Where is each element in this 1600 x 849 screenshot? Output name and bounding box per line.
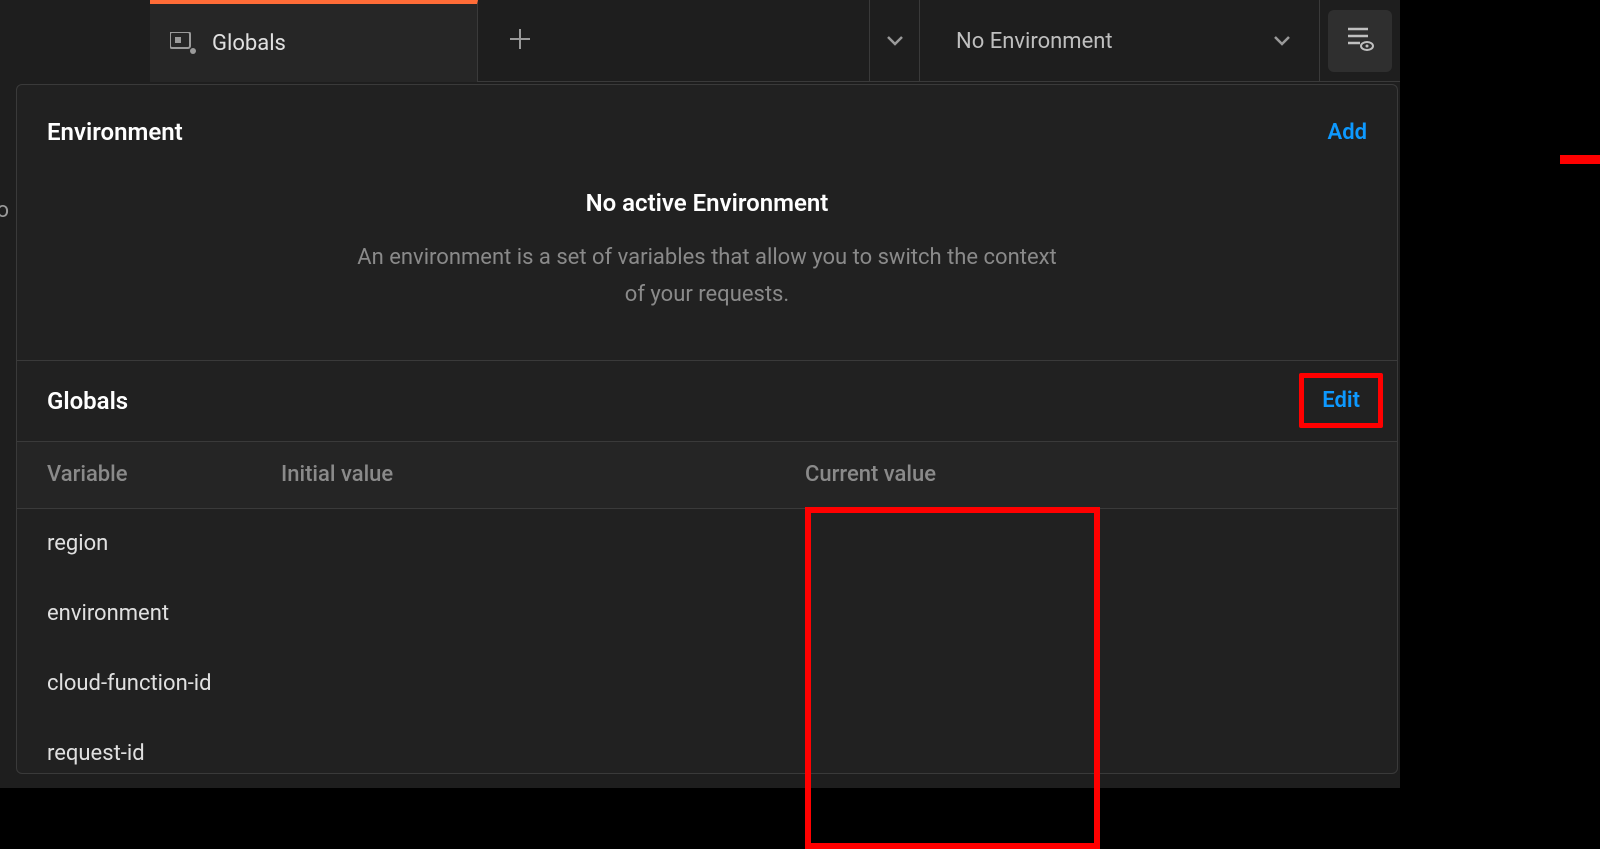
- tab-overflow-button[interactable]: [870, 0, 920, 82]
- chevron-down-icon: [1273, 32, 1291, 51]
- empty-state-description: An environment is a set of variables tha…: [347, 239, 1067, 314]
- top-bar: Globals No Environment: [0, 0, 1400, 82]
- annotation-arrow-fragment: [1560, 155, 1600, 164]
- column-current-value: Current value: [783, 462, 1397, 487]
- variable-name: region: [17, 531, 281, 556]
- column-variable: Variable: [17, 462, 281, 487]
- environment-title: Environment: [47, 118, 183, 146]
- environment-selector-label: No Environment: [956, 29, 1113, 54]
- environment-empty-state: No active Environment An environment is …: [17, 179, 1397, 360]
- sidebar-stub: [0, 0, 150, 82]
- sidebar-text-fragment: vo: [0, 198, 9, 223]
- tab-globals[interactable]: Globals: [150, 0, 478, 82]
- new-tab-button[interactable]: [478, 0, 562, 82]
- table-row: region: [17, 509, 1397, 579]
- globals-table-body: region environment cloud-function-id req…: [17, 509, 1397, 789]
- table-row: environment: [17, 579, 1397, 649]
- chevron-down-icon: [886, 32, 904, 51]
- variable-name: cloud-function-id: [17, 671, 281, 696]
- edit-globals-button[interactable]: Edit: [1299, 373, 1383, 428]
- globals-section: Globals Edit Variable Initial value Curr…: [17, 360, 1397, 789]
- empty-state-title: No active Environment: [57, 189, 1357, 217]
- environment-quicklook-button[interactable]: [1328, 10, 1392, 72]
- environment-section-header: Environment Add: [17, 85, 1397, 179]
- tab-label: Globals: [212, 31, 286, 56]
- add-environment-button[interactable]: Add: [1328, 120, 1367, 145]
- column-initial-value: Initial value: [281, 462, 783, 487]
- plus-icon: [509, 28, 531, 54]
- environment-quicklook-panel: Environment Add No active Environment An…: [16, 84, 1398, 774]
- table-row: cloud-function-id: [17, 649, 1397, 719]
- table-row: request-id: [17, 719, 1397, 789]
- globals-icon: [170, 32, 196, 54]
- globals-section-header: Globals Edit: [17, 361, 1397, 441]
- list-eye-icon: [1346, 26, 1374, 56]
- variable-name: request-id: [17, 741, 281, 766]
- tab-bar-spacer: [562, 0, 870, 81]
- variable-name: environment: [17, 601, 281, 626]
- globals-title: Globals: [47, 387, 128, 415]
- environment-selector[interactable]: No Environment: [920, 0, 1320, 82]
- globals-table-header: Variable Initial value Current value: [17, 441, 1397, 509]
